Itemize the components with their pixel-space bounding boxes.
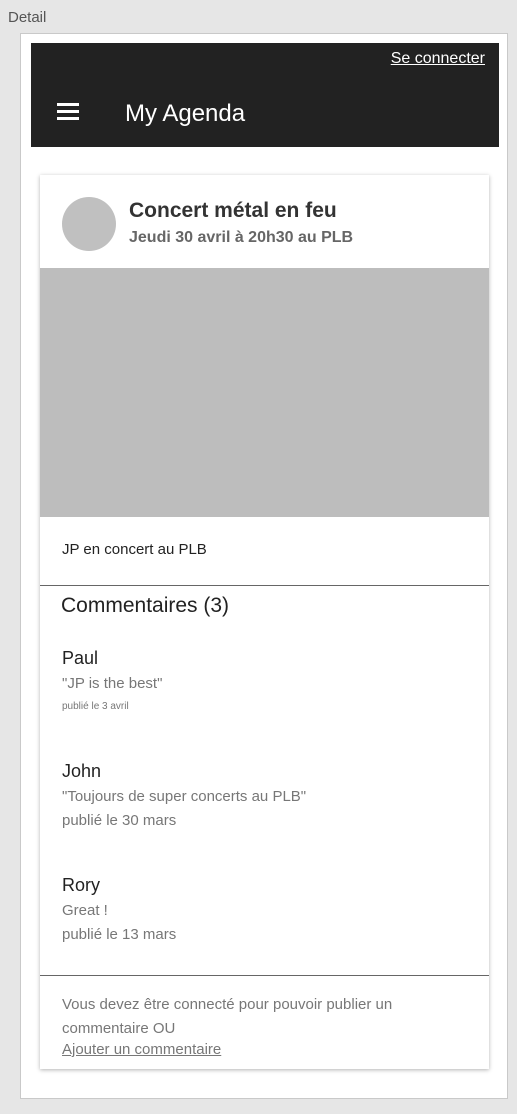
comment-item: Paul "JP is the best" publié le 3 avril bbox=[62, 648, 162, 712]
event-image-placeholder bbox=[40, 268, 489, 517]
comment-text: "Toujours de super concerts au PLB" bbox=[62, 788, 307, 805]
device-frame: Se connecter My Agenda Concert métal en … bbox=[20, 33, 508, 1099]
comment-text: "JP is the best" bbox=[62, 675, 163, 692]
event-title: Concert métal en feu bbox=[129, 199, 337, 222]
event-description: JP en concert au PLB bbox=[62, 541, 207, 558]
comment-author: John bbox=[62, 761, 102, 781]
divider bbox=[40, 975, 489, 976]
frame-label: Detail bbox=[8, 9, 47, 26]
hamburger-menu-icon[interactable] bbox=[57, 103, 79, 121]
comment-date: publié le 30 mars bbox=[62, 812, 177, 829]
avatar bbox=[62, 197, 116, 251]
comment-date: publié le 3 avril bbox=[62, 701, 129, 712]
comments-heading: Commentaires (3) bbox=[61, 594, 230, 617]
app-bar: Se connecter My Agenda bbox=[31, 43, 499, 147]
comment-item: Rory Great ! publié le 13 mars bbox=[62, 875, 176, 943]
comment-text: Great ! bbox=[62, 902, 108, 919]
comment-author: Rory bbox=[62, 875, 101, 895]
login-required-notice: Vous devez être connecté pour pouvoir pu… bbox=[62, 996, 393, 1037]
sign-in-link[interactable]: Se connecter bbox=[391, 50, 485, 68]
divider bbox=[40, 585, 489, 586]
add-comment-link[interactable]: Ajouter un commentaire bbox=[62, 1041, 221, 1058]
comment-item: John "Toujours de super concerts au PLB"… bbox=[62, 761, 306, 829]
event-card: Concert métal en feu Jeudi 30 avril à 20… bbox=[40, 175, 489, 1069]
comment-date: publié le 13 mars bbox=[62, 926, 177, 943]
app-title: My Agenda bbox=[125, 100, 246, 127]
comment-author: Paul bbox=[62, 648, 99, 668]
event-date-location: Jeudi 30 avril à 20h30 au PLB bbox=[129, 229, 354, 246]
